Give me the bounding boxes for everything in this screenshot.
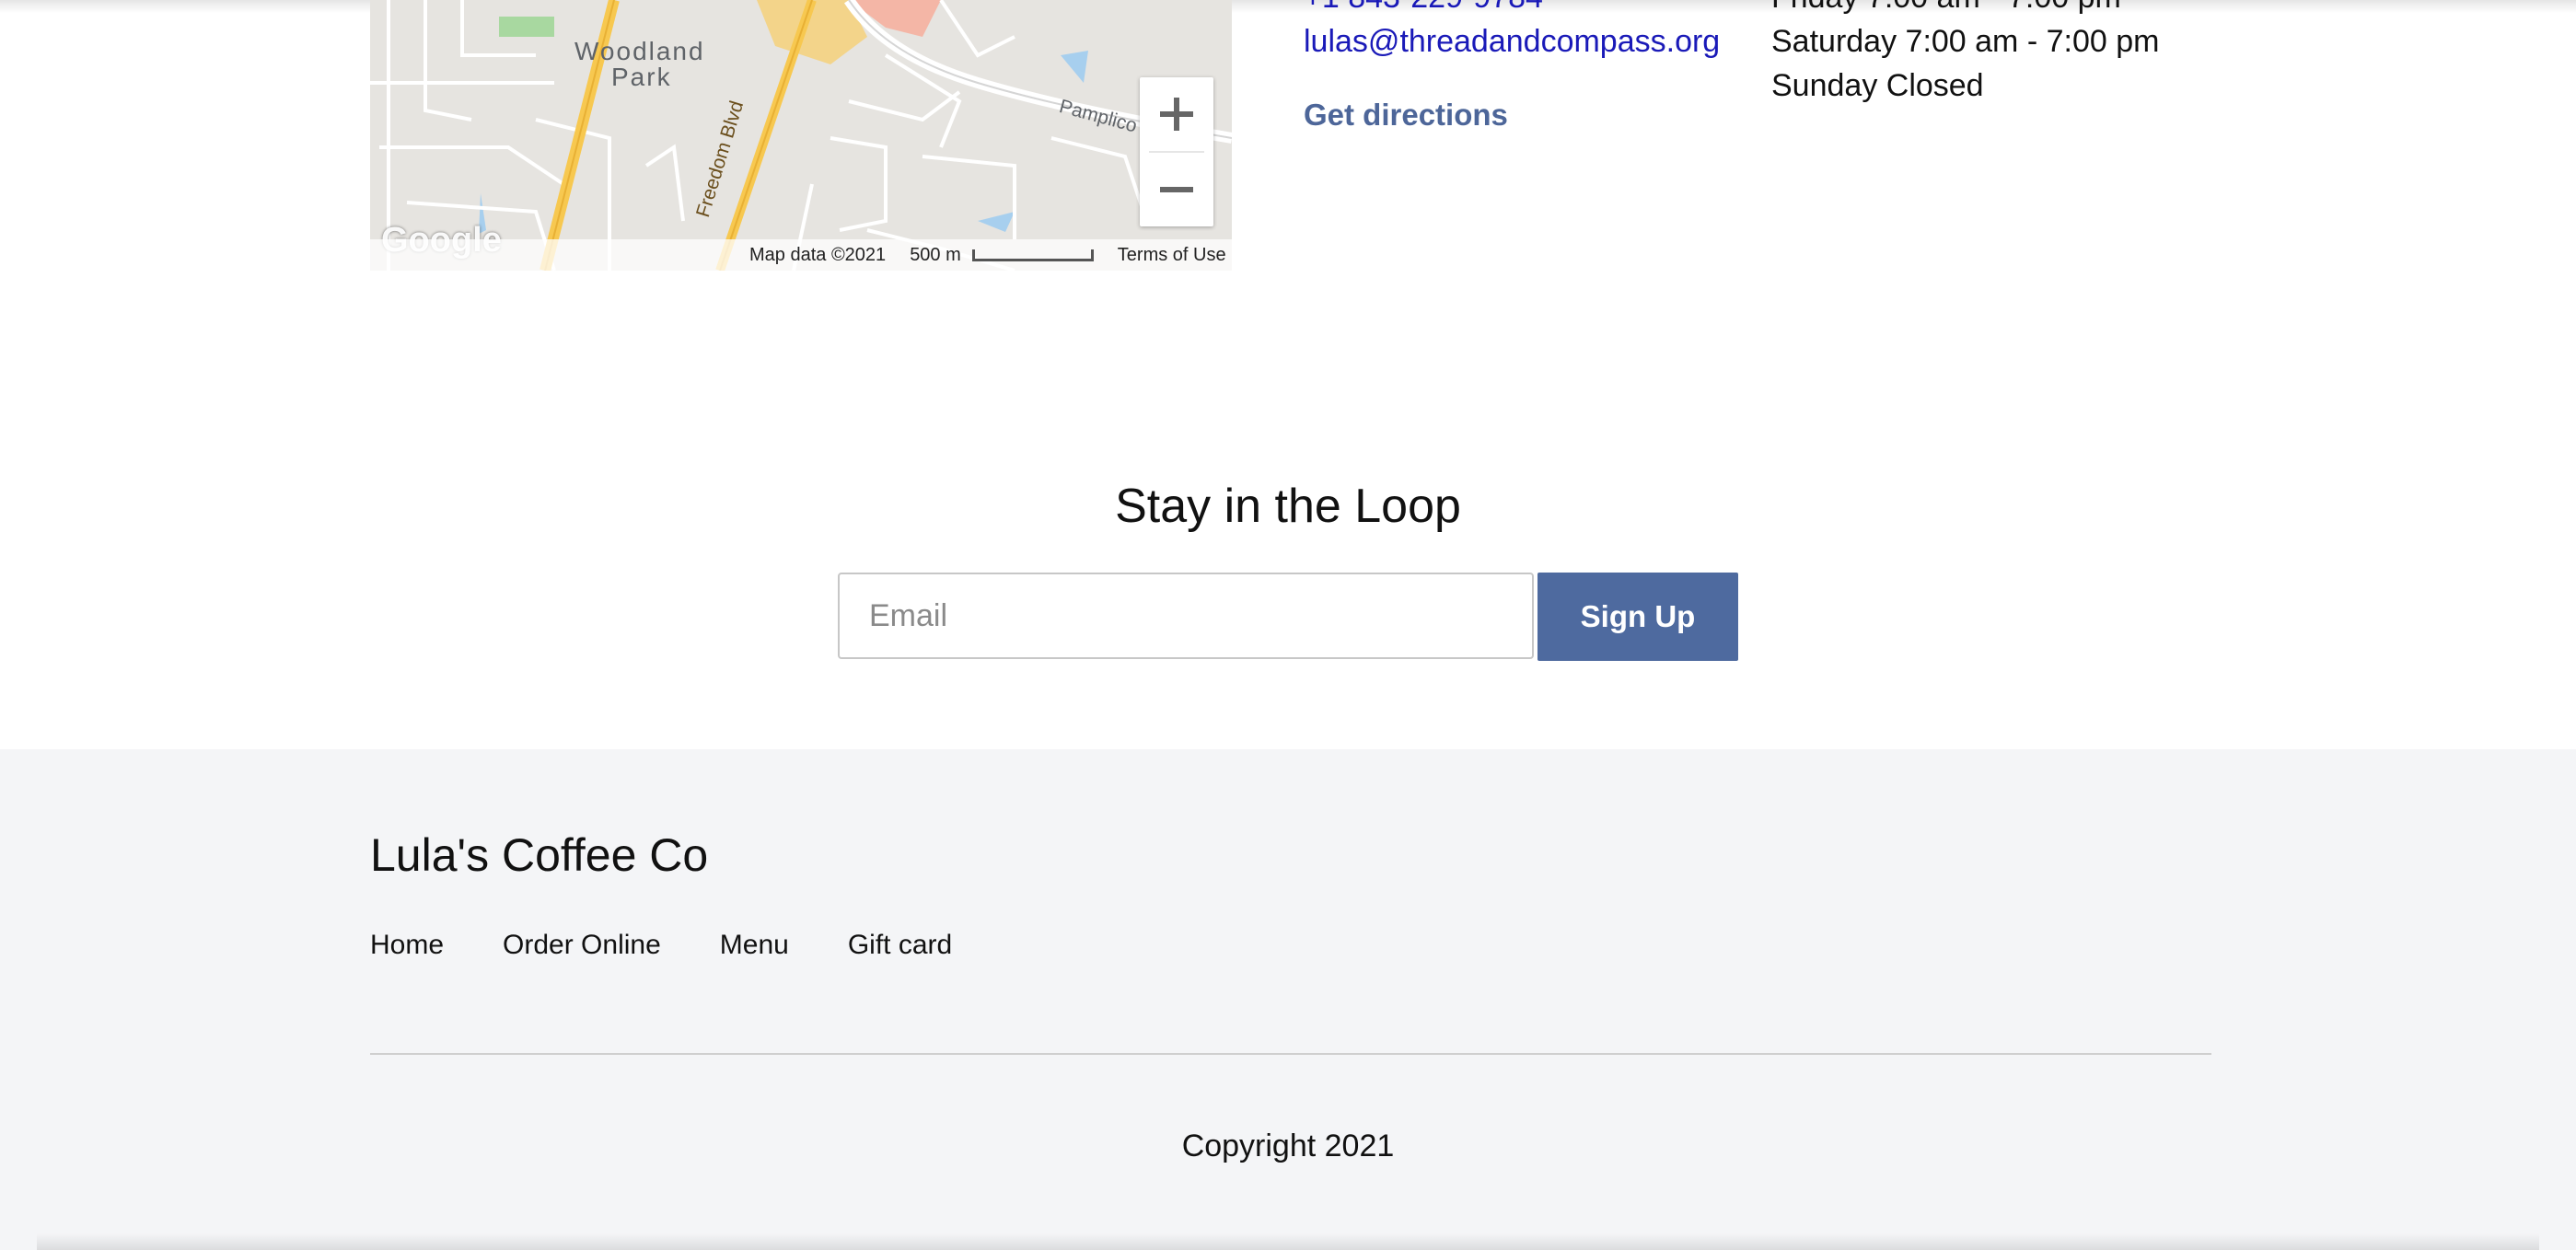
hours-line: Friday 7:00 am - 7:00 pm — [1771, 0, 2121, 16]
footer-nav: Home Order Online Menu Gift card — [370, 930, 952, 961]
map-scale-label: 500 m — [910, 244, 961, 265]
footer-nav-home[interactable]: Home — [370, 930, 444, 961]
minus-icon — [1160, 187, 1193, 192]
copyright-text: Copyright 2021 — [1181, 1128, 1395, 1163]
footer-nav-order-online[interactable]: Order Online — [503, 930, 661, 961]
email-input[interactable] — [838, 573, 1534, 659]
map-zoom-controls — [1140, 77, 1213, 226]
map-data-credit: Map data ©2021 — [749, 244, 887, 265]
footer-nav-gift-card[interactable]: Gift card — [848, 930, 952, 961]
plus-icon — [1160, 98, 1193, 131]
footer: Lula's Coffee Co Home Order Online Menu … — [0, 749, 2576, 1250]
hours-line: Saturday 7:00 am - 7:00 pm — [1771, 24, 2160, 59]
zoom-out-button[interactable] — [1140, 153, 1213, 226]
map[interactable]: Woodland Park Freedom Blvd Pamplico Goog… — [370, 0, 1232, 271]
phone-link[interactable]: +1 843-229-9784 — [1304, 0, 1543, 16]
get-directions-link[interactable]: Get directions — [1304, 98, 1508, 133]
map-terms-link[interactable]: Terms of Use — [1118, 245, 1226, 266]
zoom-in-button[interactable] — [1140, 77, 1213, 151]
hours-line: Sunday Closed — [1771, 68, 1984, 103]
footer-divider — [370, 1053, 2211, 1055]
sign-up-button[interactable]: Sign Up — [1537, 573, 1738, 661]
footer-brand: Lula's Coffee Co — [370, 829, 709, 881]
bottom-shadow — [37, 1233, 2539, 1250]
map-area-label: Park — [611, 63, 672, 91]
email-link[interactable]: lulas@threadandcompass.org — [1304, 24, 1720, 60]
map-attribution-bar: Map data ©2021 500 m Terms of Use — [370, 239, 1237, 271]
footer-nav-menu[interactable]: Menu — [720, 930, 789, 961]
newsletter-title: Stay in the Loop — [1115, 480, 1461, 533]
map-scale-bar — [971, 249, 1094, 261]
